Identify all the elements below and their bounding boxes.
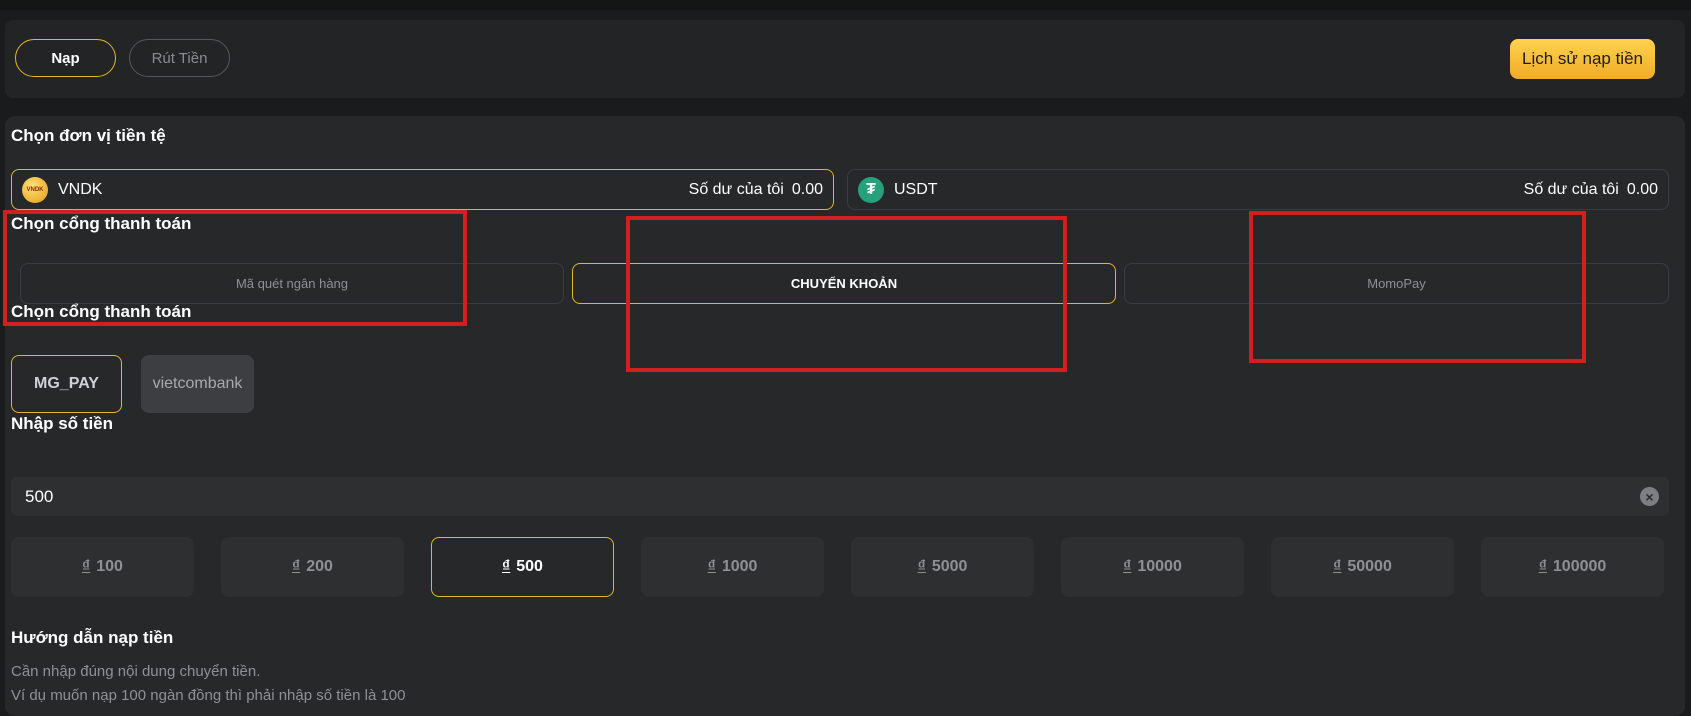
gateway-section-title: Chọn cổng thanh toán [11, 214, 192, 233]
tether-icon: ₮ [858, 176, 884, 203]
amount-preset-10000[interactable]: ₫ 10000 [1061, 537, 1244, 597]
preset-value: 50000 [1347, 558, 1392, 575]
vndk-coin-icon: VNDK [22, 176, 48, 203]
tab-withdraw[interactable]: Rút Tiền [129, 39, 230, 77]
gateway-option-momopay[interactable]: MomoPay [1124, 263, 1669, 304]
currency-symbol: ₫ [1123, 558, 1132, 575]
preset-value: 1000 [721, 558, 758, 575]
currency-symbol: ₫ [502, 558, 511, 575]
top-bar: Nạp Rút Tiền Lịch sử nạp tiền [5, 20, 1685, 98]
amount-preset-100000[interactable]: ₫ 100000 [1481, 537, 1664, 597]
guide-line: Cần nhập đúng nội dung chuyển tiền. [11, 663, 261, 680]
balance-value: 0.00 [1626, 180, 1658, 198]
preset-value: 200 [306, 558, 333, 575]
amount-preset-50000[interactable]: ₫ 50000 [1271, 537, 1454, 597]
guide-line: Ví dụ muốn nạp 100 ngàn đồng thì phải nh… [11, 687, 406, 704]
currency-symbol: ₫ [707, 558, 716, 575]
balance-label: Số dư của tôi [1523, 180, 1619, 198]
amount-field: × [11, 477, 1669, 516]
currency-section-title: Chọn đơn vị tiền tệ [11, 126, 166, 145]
tab-deposit[interactable]: Nạp [15, 39, 116, 77]
currency-name: USDT [894, 180, 938, 198]
guide-title: Hướng dẫn nạp tiền [11, 628, 174, 647]
preset-value: 100000 [1552, 558, 1607, 575]
currency-symbol: ₫ [82, 558, 91, 575]
amount-section-title: Nhập số tiền [11, 414, 114, 433]
currency-symbol: ₫ [917, 558, 926, 575]
amount-preset-200[interactable]: ₫ 200 [221, 537, 404, 597]
amount-preset-5000[interactable]: ₫ 5000 [851, 537, 1034, 597]
currency-symbol: ₫ [292, 558, 301, 575]
preset-value: 5000 [931, 558, 968, 575]
currency-balance: Số dư của tôi 0.00 [1524, 181, 1658, 199]
clear-icon[interactable]: × [1640, 487, 1659, 506]
deposit-history-button[interactable]: Lịch sử nạp tiền [1510, 39, 1655, 79]
amount-preset-1000[interactable]: ₫ 1000 [641, 537, 824, 597]
balance-label: Số dư của tôi [688, 180, 784, 198]
bank-section-title: Chọn cổng thanh toán [11, 302, 192, 321]
preset-value: 500 [516, 558, 543, 575]
currency-name: VNDK [58, 180, 103, 198]
gateway-option-transfer[interactable]: CHUYỂN KHOẢN [572, 263, 1116, 304]
currency-symbol: ₫ [1538, 558, 1547, 575]
top-strip [0, 0, 1691, 10]
deposit-panel: Chọn đơn vị tiền tệ VNDK VNDK Số dư của … [5, 116, 1685, 716]
amount-input[interactable] [11, 477, 1611, 516]
amount-preset-100[interactable]: ₫ 100 [11, 537, 194, 597]
bank-option-vietcombank[interactable]: vietcombank [141, 355, 254, 413]
gateway-option-bank-qr[interactable]: Mã quét ngân hàng [20, 263, 564, 304]
currency-symbol: ₫ [1333, 558, 1342, 575]
balance-value: 0.00 [791, 180, 823, 198]
bank-option-mg-pay[interactable]: MG_PAY [11, 355, 122, 413]
preset-value: 10000 [1137, 558, 1182, 575]
preset-value: 100 [96, 558, 123, 575]
amount-preset-500[interactable]: ₫ 500 [431, 537, 614, 597]
currency-balance: Số dư của tôi 0.00 [689, 181, 823, 199]
currency-option-vndk[interactable]: VNDK VNDK Số dư của tôi 0.00 [11, 169, 834, 210]
currency-option-usdt[interactable]: ₮ USDT Số dư của tôi 0.00 [847, 169, 1669, 210]
